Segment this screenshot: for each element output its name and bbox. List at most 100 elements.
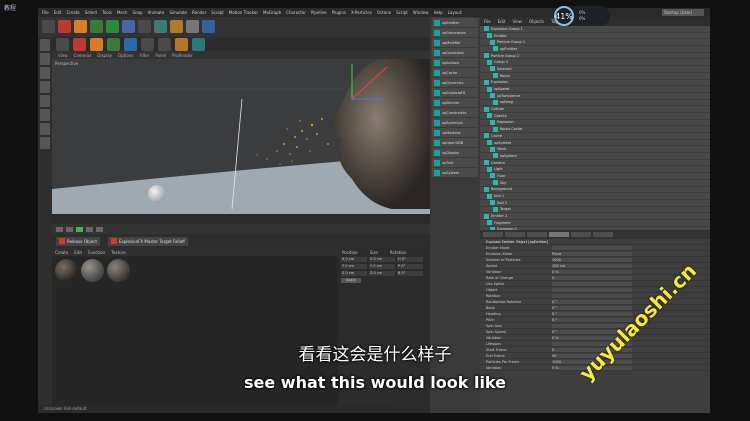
menu-item[interactable]: File: [42, 10, 49, 15]
object-row[interactable]: Explosion Group 1: [480, 26, 710, 33]
menu-item[interactable]: Character: [286, 10, 306, 15]
menu-item[interactable]: MoGraph: [263, 10, 281, 15]
tab-basic[interactable]: [483, 232, 503, 237]
object-row[interactable]: Camera: [480, 160, 710, 167]
menu-item[interactable]: Plugins: [332, 10, 346, 15]
tab-emission[interactable]: [549, 232, 569, 237]
attr-field[interactable]: 1000: [552, 257, 632, 262]
object-row[interactable]: Particle Group 1: [480, 39, 710, 47]
material-swatch[interactable]: [55, 259, 78, 282]
camera-icon[interactable]: [186, 20, 199, 33]
undo-icon[interactable]: [42, 20, 55, 33]
subdivision-icon[interactable]: [154, 20, 167, 33]
polygons-mode-icon[interactable]: [40, 95, 50, 107]
edges-mode-icon[interactable]: [40, 81, 50, 93]
sculpt-icon[interactable]: [73, 37, 86, 51]
render-icon[interactable]: [106, 20, 119, 33]
view-icon[interactable]: [56, 37, 69, 51]
xp-menu-item[interactable]: xpDisplay: [432, 148, 478, 157]
object-tab[interactable]: Edit: [498, 19, 506, 24]
xp-menu-item[interactable]: xpConstraints: [432, 108, 478, 117]
layout-select[interactable]: Startup (User): [662, 9, 704, 16]
coord-field[interactable]: Y 0 cm: [369, 264, 395, 269]
attr-field[interactable]: [552, 287, 632, 292]
sphere-icon[interactable]: [158, 37, 171, 51]
object-tab[interactable]: File: [484, 19, 491, 24]
move-icon[interactable]: [58, 20, 71, 33]
object-row[interactable]: xpSphere: [480, 153, 710, 160]
object-row[interactable]: Null 2: [480, 200, 710, 207]
texture-mode-icon[interactable]: [40, 123, 50, 135]
tab-editor[interactable]: [593, 232, 613, 237]
xp-menu-item[interactable]: xpGenerators: [432, 28, 478, 37]
attr-field[interactable]: 100 cm: [552, 263, 632, 268]
attr-field[interactable]: 0 %: [552, 269, 632, 274]
effector-icon[interactable]: [170, 20, 183, 33]
attr-field[interactable]: 0: [552, 275, 632, 280]
menu-item[interactable]: Window: [413, 10, 429, 15]
material-menu-item[interactable]: Edit: [74, 250, 82, 255]
menu-item[interactable]: Select: [85, 10, 97, 15]
coord-field[interactable]: Z 0 cm: [341, 271, 367, 276]
object-mode-icon[interactable]: [40, 53, 50, 65]
object-tab[interactable]: View: [512, 19, 522, 24]
tab-coord[interactable]: [505, 232, 525, 237]
record-button-1[interactable]: Release Object: [56, 236, 100, 246]
object-row[interactable]: Asteroid: [480, 66, 710, 73]
viewport-menu-item[interactable]: Options: [118, 53, 133, 58]
object-row[interactable]: Light: [480, 166, 710, 174]
object-row[interactable]: Explosion: [480, 79, 710, 87]
object-row[interactable]: Collider: [480, 106, 710, 113]
xp-menu-item[interactable]: xpExplosiaFX: [432, 88, 478, 97]
coord-field[interactable]: Z 0 cm: [369, 271, 395, 276]
snap-icon[interactable]: [40, 137, 50, 149]
material-menu-item[interactable]: Create: [55, 250, 68, 255]
xp-menu-item[interactable]: xpTrail: [432, 158, 478, 167]
attr-field[interactable]: [552, 245, 632, 250]
menu-item[interactable]: Script: [396, 10, 408, 15]
object-row[interactable]: Sky: [480, 180, 710, 187]
effects-icon[interactable]: [90, 37, 103, 51]
material-swatch[interactable]: [107, 259, 130, 282]
object-row[interactable]: Emitter: [480, 33, 710, 40]
menu-item[interactable]: Create: [66, 10, 79, 15]
cam-view-icon[interactable]: [175, 37, 188, 51]
coord-field[interactable]: X 0 cm: [341, 257, 367, 262]
menu-item[interactable]: Mesh: [117, 10, 128, 15]
object-row[interactable]: Emitter 2: [480, 213, 710, 220]
menu-item[interactable]: Render: [192, 10, 206, 15]
object-row[interactable]: Rocks Cache: [480, 126, 710, 133]
object-row[interactable]: Fragment: [480, 220, 710, 227]
attr-field[interactable]: 0 °: [552, 311, 632, 316]
rotate-icon[interactable]: [90, 20, 103, 33]
xp-menu-item[interactable]: xpDynamics: [432, 78, 478, 87]
viewport-menu-item[interactable]: Display: [97, 53, 112, 58]
xp-menu-item[interactable]: xpSkinner: [432, 98, 478, 107]
menu-item[interactable]: Pipeline: [311, 10, 327, 15]
menu-item[interactable]: Tools: [102, 10, 112, 15]
attr-field[interactable]: Pulse: [552, 251, 632, 256]
3d-viewport[interactable]: Perspective: [52, 59, 430, 214]
next-frame-icon[interactable]: [86, 226, 93, 232]
xp-menu-item[interactable]: xpActions: [432, 58, 478, 67]
pen-icon[interactable]: [138, 20, 151, 33]
globe-icon[interactable]: [124, 37, 137, 51]
xp-menu-item[interactable]: xpCache: [432, 68, 478, 77]
menu-item[interactable]: Animate: [148, 10, 165, 15]
menu-item[interactable]: Snap: [132, 10, 142, 15]
material-menu-item[interactable]: Function: [88, 250, 105, 255]
first-frame-icon[interactable]: [56, 226, 63, 232]
coord-field[interactable]: Y 0 cm: [341, 264, 367, 269]
prev-frame-icon[interactable]: [66, 226, 73, 232]
object-row[interactable]: Group 3: [480, 59, 710, 67]
object-row[interactable]: xpSystem: [480, 140, 710, 147]
object-row[interactable]: Mesh: [480, 146, 710, 154]
xp-menu-item[interactable]: xpQuestions: [432, 48, 478, 57]
scale-icon[interactable]: [74, 20, 87, 33]
object-row[interactable]: Floor: [480, 173, 710, 180]
object-row[interactable]: Null 1: [480, 193, 710, 200]
xp-menu-item[interactable]: xpModifier: [432, 38, 478, 47]
tab-display[interactable]: [571, 232, 591, 237]
object-row[interactable]: xpDrag: [480, 99, 710, 107]
viewport-menu-item[interactable]: Panel: [155, 53, 166, 58]
